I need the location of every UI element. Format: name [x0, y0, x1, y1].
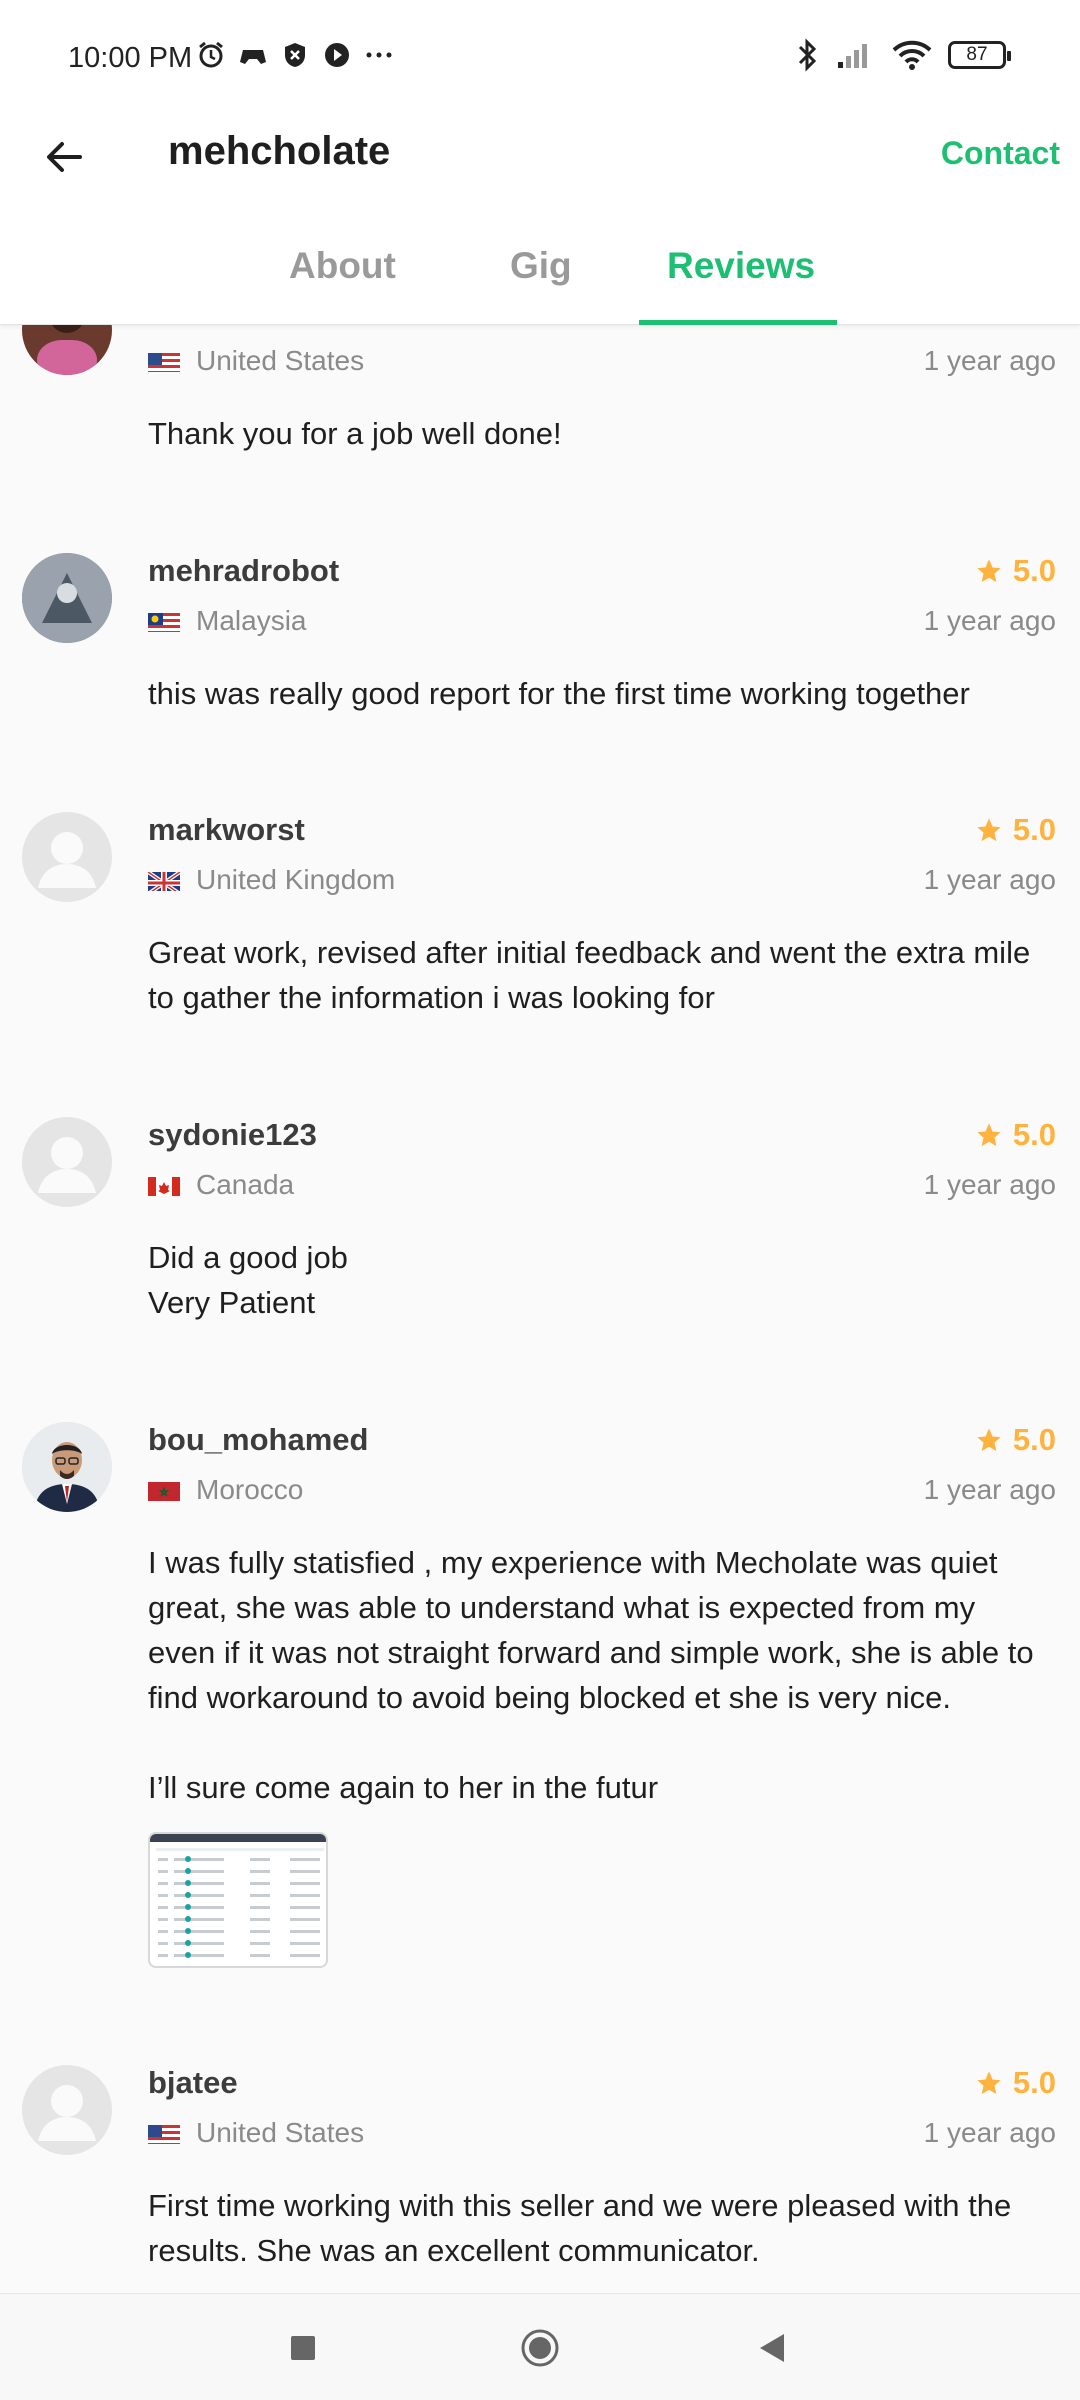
bluetooth-icon [798, 38, 817, 72]
review-time: 1 year ago [923, 605, 1056, 636]
star-icon [977, 1428, 1001, 1452]
review-text: Thank you for a job well done! [148, 416, 562, 451]
reviewer-username[interactable]: sydonie123 [148, 1117, 317, 1153]
tab-active-indicator [639, 320, 837, 325]
reviewer-country: Malaysia [148, 605, 306, 637]
review-text: this was really good report for the firs… [148, 676, 970, 711]
more-dots-icon [366, 52, 392, 58]
tab-reviews[interactable]: Reviews [667, 245, 815, 287]
flag-us-icon [148, 2122, 180, 2144]
reviewer-country: Canada [148, 1169, 294, 1201]
status-right-icons: 87 [794, 38, 1011, 72]
review-text: I was fully statisfied , my experience w… [148, 1545, 1034, 1805]
review-rating: 5.0 [975, 1422, 1056, 1458]
reviewer-country: United Kingdom [148, 864, 395, 896]
app-header: mehcholate Contact [0, 115, 1080, 225]
review-time: 1 year ago [923, 1169, 1056, 1200]
wifi-icon [892, 40, 932, 70]
review-rating: 5.0 [975, 2065, 1056, 2101]
review-rating: 5.0 [975, 1117, 1056, 1153]
reviewer-country: United States [148, 2117, 364, 2149]
review-text: Did a good job Very Patient [148, 1240, 348, 1320]
avatar[interactable] [22, 1422, 112, 1512]
avatar[interactable] [22, 2065, 112, 2155]
review-text: First time working with this seller and … [148, 2188, 1012, 2268]
star-icon [977, 2071, 1001, 2095]
flag-ca-icon [148, 1174, 180, 1196]
avatar[interactable] [22, 553, 112, 643]
avatar[interactable] [22, 325, 112, 375]
avatar[interactable] [22, 1117, 112, 1207]
page-title: mehcholate [168, 129, 391, 173]
tab-about[interactable]: About [289, 245, 396, 287]
reviewer-username[interactable]: mehradrobot [148, 553, 339, 589]
arrow-left-icon[interactable] [40, 133, 88, 181]
profile-tabs: About Gig Reviews [0, 225, 1080, 325]
play-icon [325, 43, 349, 67]
status-left-icons [196, 40, 394, 70]
review-time: 1 year ago [923, 864, 1056, 895]
star-icon [977, 559, 1001, 583]
flag-my-icon [148, 610, 180, 632]
reviewer-username[interactable]: markworst [148, 812, 305, 848]
star-icon [977, 818, 1001, 842]
flag-ma-icon [148, 1479, 180, 1501]
status-bar: 10:00 PM 87 [0, 0, 1080, 115]
flag-uk-icon [148, 869, 180, 891]
shield-icon [285, 43, 305, 67]
signal-icon [838, 44, 867, 68]
reviews-list[interactable]: United States 1 year ago Thank you for a… [0, 325, 1080, 2293]
review-rating: 5.0 [975, 812, 1056, 848]
reviewer-country: Morocco [148, 1474, 303, 1506]
reviewer-country: United States [148, 345, 364, 377]
system-nav-bar [0, 2293, 1080, 2400]
alarm-icon [199, 41, 223, 68]
status-time: 10:00 PM [68, 42, 193, 74]
contact-button[interactable]: Contact [941, 135, 1060, 172]
reviewer-username[interactable]: bou_mohamed [148, 1422, 368, 1458]
reviewer-username[interactable]: bjatee [148, 2065, 238, 2101]
avatar[interactable] [22, 812, 112, 902]
tab-gig[interactable]: Gig [510, 245, 572, 287]
review-time: 1 year ago [923, 2117, 1056, 2148]
review-time: 1 year ago [923, 1474, 1056, 1505]
star-icon [977, 1123, 1001, 1147]
back-triangle-icon[interactable] [746, 2320, 802, 2376]
review-rating: 5.0 [975, 553, 1056, 589]
review-time: 1 year ago [923, 345, 1056, 376]
game-icon [240, 50, 266, 64]
battery-icon: 87 [948, 41, 1011, 69]
home-circle-icon[interactable] [512, 2320, 568, 2376]
recents-square-icon[interactable] [275, 2320, 331, 2376]
review-text: Great work, revised after initial feedba… [148, 935, 1031, 1015]
flag-us-icon [148, 350, 180, 372]
review-attachment-thumbnail[interactable] [148, 1832, 328, 1968]
